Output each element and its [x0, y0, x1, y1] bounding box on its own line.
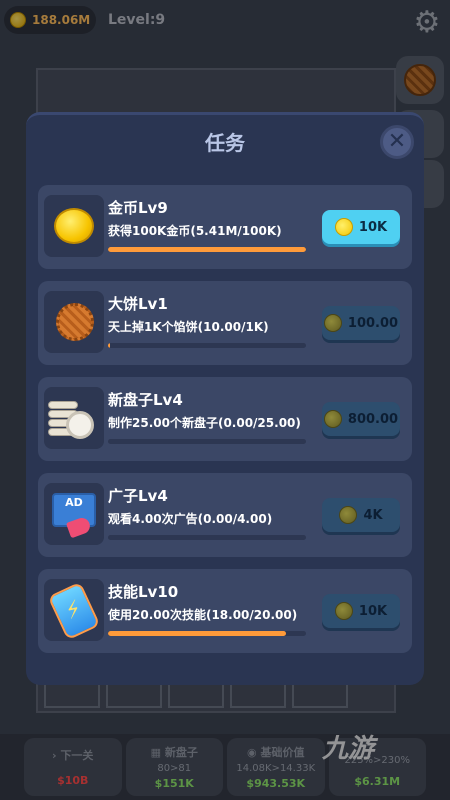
- coin-icon: [323, 410, 342, 428]
- task-progress-fill: [108, 247, 306, 252]
- task-icon-frame: AD: [44, 483, 104, 545]
- task-card: 新盘子Lv4 制作25.00个新盘子(0.00/25.00) 800.00: [38, 377, 412, 461]
- reward-amount: 4K: [363, 507, 383, 523]
- task-card: 大饼Lv1 天上掉1K个馅饼(10.00/1K) 100.00: [38, 281, 412, 365]
- task-card: AD 广子Lv4 观看4.00次广告(0.00/4.00) 4K: [38, 473, 412, 557]
- task-icon-frame: [44, 195, 104, 257]
- task-name: 新盘子Lv4: [108, 391, 183, 409]
- coin-icon: [334, 218, 353, 236]
- task-progress-bar: [108, 631, 306, 636]
- reward-amount: 800.00: [347, 411, 399, 427]
- close-button[interactable]: ✕: [380, 125, 414, 159]
- task-desc: 天上掉1K个馅饼(10.00/1K): [108, 320, 269, 334]
- claim-reward-button[interactable]: 10K: [322, 594, 400, 628]
- reward-amount: 100.00: [347, 315, 399, 331]
- task-progress-fill: [108, 343, 110, 348]
- task-dialog: 任务 ✕ 金币Lv9 获得100K金币(5.41M/100K) 10K 大饼Lv…: [26, 112, 424, 685]
- reward-amount: 10K: [358, 603, 388, 619]
- task-progress-bar: [108, 247, 306, 252]
- task-desc: 观看4.00次广告(0.00/4.00): [108, 512, 273, 526]
- task-icon-frame: ⚡: [44, 579, 104, 641]
- task-desc: 获得100K金币(5.41M/100K): [108, 224, 282, 238]
- battery-icon: ⚡: [47, 581, 101, 641]
- task-name: 技能Lv10: [108, 583, 179, 601]
- dialog-title: 任务: [205, 131, 245, 155]
- reward-amount: 10K: [358, 219, 388, 235]
- claim-reward-button[interactable]: 800.00: [322, 402, 400, 436]
- claim-reward-button[interactable]: 4K: [322, 498, 400, 532]
- coin-icon: [323, 314, 342, 332]
- plates-icon: [48, 401, 100, 441]
- task-progress-bar: [108, 439, 306, 444]
- task-progress-bar: [108, 343, 306, 348]
- task-progress-fill: [108, 631, 287, 636]
- task-list: 金币Lv9 获得100K金币(5.41M/100K) 10K 大饼Lv1 天上掉…: [38, 185, 412, 665]
- gold-coin-icon: [54, 208, 94, 244]
- coin-icon: [339, 506, 358, 524]
- claim-reward-button[interactable]: 10K: [322, 210, 400, 244]
- task-progress-bar: [108, 535, 306, 540]
- coin-icon: [334, 602, 353, 620]
- task-name: 广子Lv4: [108, 487, 168, 505]
- task-card: 金币Lv9 获得100K金币(5.41M/100K) 10K: [38, 185, 412, 269]
- task-name: 金币Lv9: [108, 199, 168, 217]
- task-name: 大饼Lv1: [108, 295, 168, 313]
- task-desc: 使用20.00次技能(18.00/20.00): [108, 608, 298, 622]
- claim-reward-button[interactable]: 100.00: [322, 306, 400, 340]
- task-desc: 制作25.00个新盘子(0.00/25.00): [108, 416, 301, 430]
- task-icon-frame: [44, 387, 104, 449]
- task-icon-frame: [44, 291, 104, 353]
- task-card: ⚡ 技能Lv10 使用20.00次技能(18.00/20.00) 10K: [38, 569, 412, 653]
- pie-icon: [56, 303, 94, 341]
